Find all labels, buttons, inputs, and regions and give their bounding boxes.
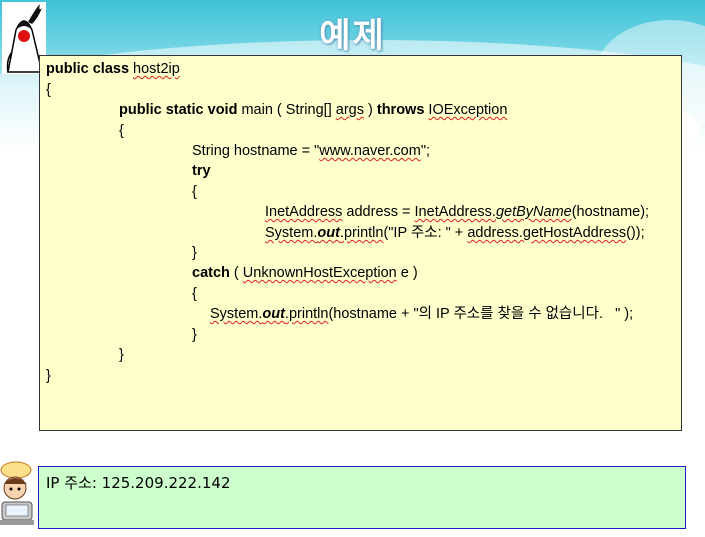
code-line: { bbox=[192, 184, 197, 200]
code-line: { bbox=[119, 123, 124, 139]
code-line: } bbox=[119, 347, 124, 363]
program-output: IP 주소: 125.209.222.142 bbox=[46, 474, 231, 492]
code-line: } bbox=[192, 245, 197, 261]
code-line: InetAddress address = InetAddress.getByN… bbox=[265, 204, 650, 220]
code-line: { bbox=[46, 82, 51, 98]
code-line: try bbox=[192, 163, 211, 179]
code-line: } bbox=[192, 327, 197, 343]
code-line: } bbox=[46, 368, 51, 384]
code-line: public static void main ( String[] args … bbox=[119, 102, 508, 118]
cartoon-person-icon bbox=[0, 460, 36, 530]
code-line: System.out.println("IP 주소: " + address.g… bbox=[265, 225, 645, 241]
code-line: public class host2ip bbox=[46, 61, 180, 77]
output-panel: IP 주소: 125.209.222.142 bbox=[38, 466, 686, 529]
code-line: System.out.println(hostname + "의 IP 주소를 … bbox=[210, 306, 634, 322]
code-line: String hostname = "www.naver.com"; bbox=[192, 143, 430, 159]
page-title: 예제 bbox=[319, 16, 386, 56]
code-panel: public class host2ip { public static voi… bbox=[39, 55, 682, 431]
code-line: catch ( UnknownHostException e ) bbox=[192, 265, 418, 281]
code-line: { bbox=[192, 286, 197, 302]
